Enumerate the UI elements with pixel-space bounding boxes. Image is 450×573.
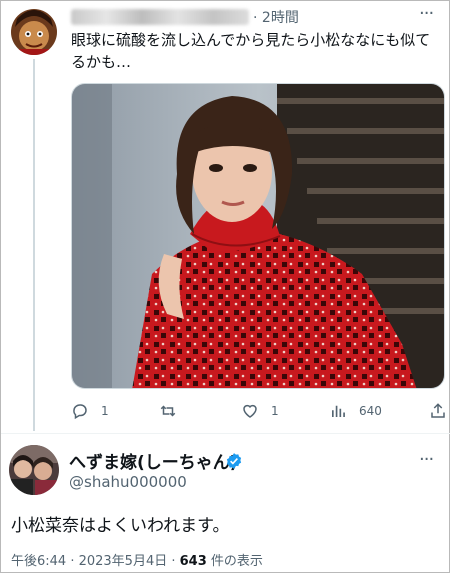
like-action[interactable]: 1: [241, 399, 279, 423]
reply-action-bar: 1 1 640: [71, 399, 447, 423]
reply-count: 1: [101, 404, 109, 418]
main-more-icon[interactable]: ···: [419, 449, 434, 470]
like-count: 1: [271, 404, 279, 418]
share-icon: [431, 403, 445, 418]
reply-more-icon[interactable]: ···: [419, 3, 434, 24]
main-display-name[interactable]: へずま嫁(しーちゃん): [69, 448, 238, 473]
reply-timestamp[interactable]: · 2時間: [253, 7, 299, 27]
tweet-photo[interactable]: [71, 83, 445, 389]
tweet-divider: [1, 433, 450, 434]
reply-author-avatar[interactable]: [11, 9, 57, 55]
main-author-avatar[interactable]: [9, 445, 59, 495]
reply-tweet-text: 眼球に硫酸を流し込んでから見たら小松ななにも似てるかも…: [71, 31, 431, 71]
main-tweet-text: 小松菜奈はよくいわれます。: [11, 516, 230, 536]
reply-action[interactable]: 1: [71, 399, 109, 423]
main-timestamp[interactable]: 午後6:44 · 2023年5月4日 ·: [11, 554, 180, 569]
views-icon: [332, 405, 345, 417]
tweet-meta: 午後6:44 · 2023年5月4日 · 643 件の表示: [11, 550, 263, 569]
reply-time-value: 2時間: [261, 10, 299, 26]
retweet-icon: [160, 405, 176, 417]
like-icon: [243, 404, 257, 418]
retweet-action[interactable]: [159, 399, 189, 423]
views-action[interactable]: 640: [329, 399, 382, 423]
view-count[interactable]: 643: [180, 554, 207, 569]
share-action[interactable]: [429, 399, 447, 423]
thread-connector-line: [33, 59, 35, 431]
tweet-thread-frame: · 2時間 ··· 眼球に硫酸を流し込んでから見たら小松ななにも似てるかも… 1…: [0, 0, 450, 573]
reply-icon: [73, 404, 87, 420]
main-handle[interactable]: @shahu000000: [69, 473, 187, 491]
views-count: 640: [359, 404, 382, 418]
verified-badge-icon[interactable]: [225, 452, 243, 470]
blurred-author-name: [71, 9, 249, 25]
view-suffix: 件の表示: [206, 554, 263, 569]
